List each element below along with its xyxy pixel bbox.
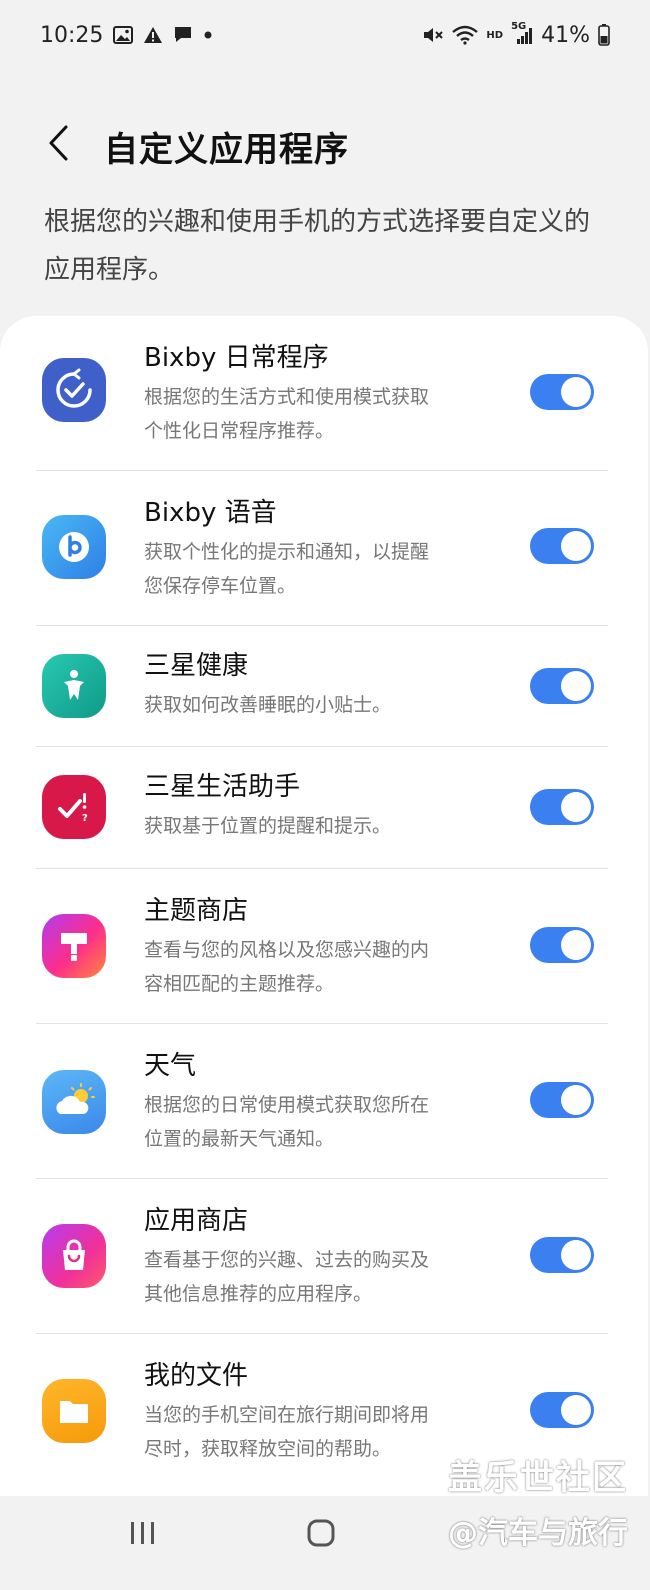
app-desc-line: 其他信息推荐的应用程序。	[144, 1283, 373, 1305]
toggle-knob	[561, 1085, 591, 1115]
app-desc-line: 根据您的日常使用模式获取您所在	[144, 1094, 430, 1116]
page-description: 根据您的兴趣和使用手机的方式选择要自定义的应用程序。	[44, 207, 591, 285]
image-icon	[113, 26, 134, 44]
theme-store-icon	[42, 914, 106, 978]
toggle-galaxy-store[interactable]	[530, 1237, 594, 1273]
hd-icon: HD	[486, 29, 504, 41]
app-name: Bixby 语音	[144, 498, 277, 528]
app-desc-line: 获取基于位置的提醒和提示。	[144, 815, 392, 837]
toggle-my-files[interactable]	[530, 1392, 594, 1428]
toggle-bixby-routines[interactable]	[530, 374, 594, 410]
app-row-text: 应用商店 查看基于您的兴趣、过去的购买及 其他信息推荐的应用程序。	[144, 1203, 504, 1311]
battery-percent: 41%	[541, 22, 590, 48]
toggle-knob	[561, 930, 591, 960]
app-description: 查看基于您的兴趣、过去的购买及 其他信息推荐的应用程序。	[144, 1243, 504, 1311]
app-row-text: Bixby 日常程序 根据您的生活方式和使用模式获取 个性化日常程序推荐。	[144, 340, 504, 448]
app-description: 获取个性化的提示和通知，以提醒 您保存停车位置。	[144, 535, 504, 603]
app-desc-line: 位置的最新天气通知。	[144, 1128, 335, 1150]
toggle-knob	[561, 1395, 591, 1425]
app-row-text: Bixby 语音 获取个性化的提示和通知，以提醒 您保存停车位置。	[144, 495, 504, 603]
status-right: HD 5G 41%	[422, 21, 610, 48]
app-row-text: 天气 根据您的日常使用模式获取您所在 位置的最新天气通知。	[144, 1048, 504, 1156]
app-row-weather[interactable]: 天气 根据您的日常使用模式获取您所在 位置的最新天气通知。	[0, 1024, 648, 1179]
app-desc-line: 容相匹配的主题推荐。	[144, 973, 335, 995]
app-description: 根据您的生活方式和使用模式获取 个性化日常程序推荐。	[144, 380, 504, 448]
home-icon	[307, 1519, 335, 1547]
battery-icon	[598, 24, 610, 46]
app-name: 三星健康	[144, 651, 249, 681]
header: 自定义应用程序	[0, 108, 650, 178]
wifi-icon	[452, 25, 479, 45]
app-desc-line: 当您的手机空间在旅行期间即将用	[144, 1404, 430, 1426]
toggle-theme-store[interactable]	[530, 927, 594, 963]
toggle-bixby-voice[interactable]	[530, 528, 594, 564]
watermark-handle: @汽车与旅行	[448, 1516, 628, 1551]
app-row-text: 三星生活助手 获取基于位置的提醒和提示。	[144, 769, 504, 843]
toggle-knob	[561, 792, 591, 822]
toggle-weather[interactable]	[530, 1082, 594, 1118]
bixby-routines-icon	[42, 358, 106, 422]
app-name: 天气	[144, 1051, 197, 1081]
toggle-knob	[561, 1240, 591, 1270]
app-name: 应用商店	[144, 1206, 249, 1236]
app-row-samsung-health[interactable]: 三星健康 获取如何改善睡眠的小贴士。	[0, 626, 648, 747]
app-row-samsung-reminder[interactable]: ? 三星生活助手 获取基于位置的提醒和提示。	[0, 747, 648, 869]
app-desc-line: 个性化日常程序推荐。	[144, 420, 335, 442]
home-button[interactable]	[306, 1518, 336, 1552]
app-description: 查看与您的风格以及您感兴趣的内 容相匹配的主题推荐。	[144, 933, 504, 1001]
page-title: 自定义应用程序	[104, 130, 349, 170]
status-time: 10:25	[40, 22, 104, 48]
app-description: 根据您的日常使用模式获取您所在 位置的最新天气通知。	[144, 1088, 504, 1156]
warning-icon	[143, 26, 163, 44]
status-bar: 10:25 HD 5G 41%	[0, 0, 650, 70]
recents-icon	[131, 1522, 154, 1544]
chevron-left-icon	[49, 125, 68, 161]
toggle-knob	[561, 671, 591, 701]
dot-icon	[203, 30, 213, 40]
app-name: Bixby 日常程序	[144, 343, 329, 373]
app-row-theme-store[interactable]: 主题商店 查看与您的风格以及您感兴趣的内 容相匹配的主题推荐。	[0, 869, 648, 1024]
app-row-bixby-routines[interactable]: Bixby 日常程序 根据您的生活方式和使用模式获取 个性化日常程序推荐。	[0, 316, 648, 471]
app-desc-line: 查看与您的风格以及您感兴趣的内	[144, 939, 430, 961]
samsung-health-icon	[42, 654, 106, 718]
back-button[interactable]	[38, 120, 78, 166]
bixby-voice-icon	[42, 515, 106, 579]
app-name: 三星生活助手	[144, 772, 301, 802]
chat-bubble-icon	[173, 26, 193, 44]
app-desc-line: 您保存停车位置。	[144, 575, 297, 597]
reminder-icon: ?	[42, 775, 106, 839]
app-description: 获取如何改善睡眠的小贴士。	[144, 688, 504, 722]
watermark-title: 盖乐世社区	[448, 1458, 628, 1498]
app-desc-line: 查看基于您的兴趣、过去的购买及	[144, 1249, 430, 1271]
5g-signal-icon: 5G	[511, 21, 533, 45]
weather-icon	[42, 1070, 106, 1134]
app-name: 主题商店	[144, 896, 249, 926]
toggle-knob	[561, 377, 591, 407]
apps-card: Bixby 日常程序 根据您的生活方式和使用模式获取 个性化日常程序推荐。 Bi…	[0, 316, 648, 1496]
app-description: 获取基于位置的提醒和提示。	[144, 809, 504, 843]
app-desc-line: 获取个性化的提示和通知，以提醒	[144, 541, 430, 563]
my-files-icon	[42, 1379, 106, 1443]
galaxy-store-icon	[42, 1224, 106, 1288]
toggle-samsung-health[interactable]	[530, 668, 594, 704]
svg-text:?: ?	[82, 813, 88, 824]
network-label: 5G	[511, 21, 527, 32]
app-row-bixby-voice[interactable]: Bixby 语音 获取个性化的提示和通知，以提醒 您保存停车位置。	[0, 471, 648, 626]
app-desc-line: 根据您的生活方式和使用模式获取	[144, 386, 430, 408]
toggle-knob	[561, 531, 591, 561]
app-desc-line: 获取如何改善睡眠的小贴士。	[144, 694, 392, 716]
recents-button[interactable]	[128, 1518, 158, 1552]
mute-icon	[422, 25, 444, 45]
app-row-text: 主题商店 查看与您的风格以及您感兴趣的内 容相匹配的主题推荐。	[144, 893, 504, 1001]
app-row-text: 三星健康 获取如何改善睡眠的小贴士。	[144, 648, 504, 722]
toggle-samsung-reminder[interactable]	[530, 789, 594, 825]
app-row-galaxy-store[interactable]: 应用商店 查看基于您的兴趣、过去的购买及 其他信息推荐的应用程序。	[0, 1179, 648, 1334]
status-left: 10:25	[40, 23, 213, 48]
app-name: 我的文件	[144, 1361, 249, 1391]
